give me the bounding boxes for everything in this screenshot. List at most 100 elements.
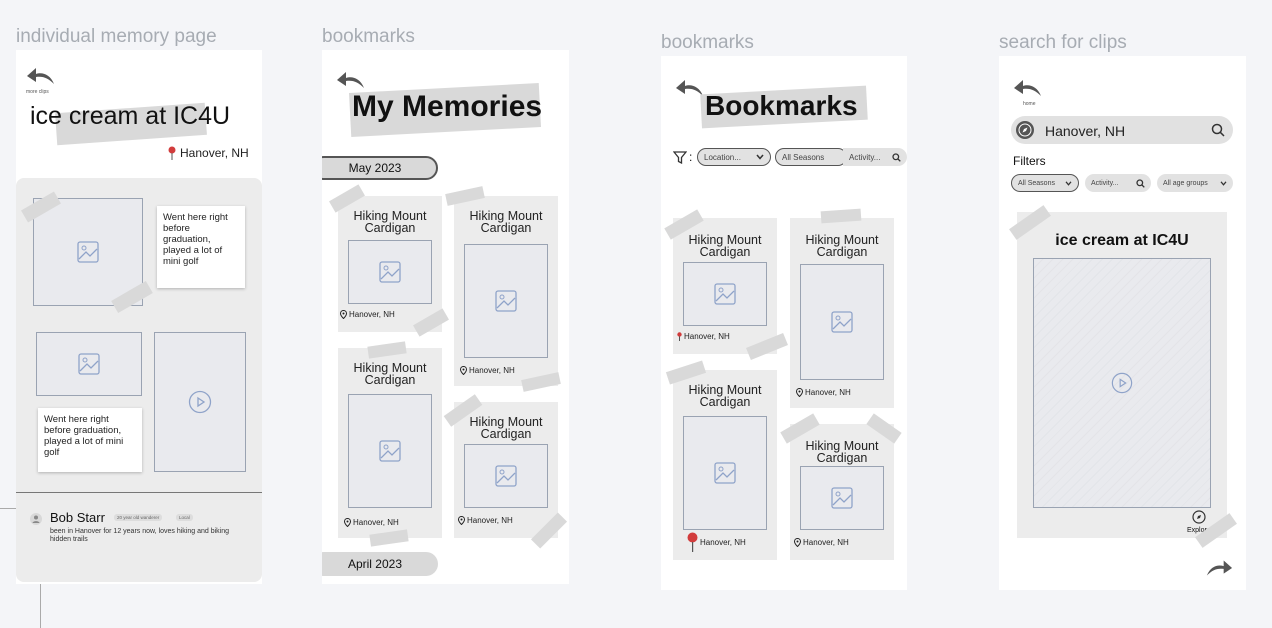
- connector-line: [40, 584, 41, 628]
- image-icon: [495, 290, 517, 312]
- photo-placeholder: [800, 466, 884, 530]
- memory-card[interactable]: Hiking Mount Cardigan Hanover, NH: [338, 348, 442, 538]
- card-title: Hiking Mount Cardigan: [805, 439, 879, 465]
- card-title: Hiking Mount Cardigan: [353, 209, 427, 235]
- photo-placeholder: [348, 240, 432, 304]
- bookmark-card[interactable]: Hiking Mount Cardigan Hanover, NH: [673, 218, 777, 354]
- back-button[interactable]: more clips: [26, 66, 56, 95]
- card-location-text: Hanover, NH: [349, 310, 395, 319]
- user-bio: been in Hanover for 12 years now, loves …: [50, 528, 229, 543]
- pin-icon: [168, 146, 176, 160]
- chevron-down-icon: [1065, 180, 1072, 186]
- memory-location: Hanover, NH: [168, 146, 249, 160]
- card-location-text: Hanover, NH: [467, 516, 513, 525]
- user-icon: [30, 513, 42, 525]
- card-location-text: Hanover, NH: [805, 388, 851, 397]
- forward-button[interactable]: [1205, 558, 1233, 583]
- video-placeholder[interactable]: [154, 332, 246, 472]
- photo-placeholder[interactable]: [33, 198, 143, 306]
- filter-label: Location...: [704, 152, 741, 162]
- image-icon: [714, 283, 736, 305]
- photo-placeholder[interactable]: [36, 332, 142, 396]
- bookmark-card[interactable]: Hiking Mount Cardigan Hanover, NH: [790, 424, 894, 560]
- compass-icon: [1192, 510, 1206, 524]
- clip-card[interactable]: ice cream at IC4U Explore: [1017, 212, 1227, 538]
- search-input[interactable]: Hanover, NH: [1045, 123, 1125, 139]
- filter-icon: [673, 150, 687, 164]
- filter-separator: :: [689, 150, 693, 164]
- memory-card[interactable]: Hiking Mount Cardigan Hanover, NH: [338, 196, 442, 332]
- season-filter[interactable]: All Seasons: [775, 148, 847, 166]
- card-title: Hiking Mount Cardigan: [469, 415, 543, 441]
- frame-label-search: search for clips: [999, 32, 1127, 53]
- age-filter[interactable]: All age groups: [1157, 174, 1233, 192]
- photo-placeholder: [683, 262, 767, 326]
- memory-note: Went here right before graduation, playe…: [157, 206, 245, 288]
- filter-control[interactable]: :: [673, 150, 692, 164]
- activity-filter[interactable]: Activity...: [1085, 174, 1151, 192]
- map-pin-icon: [794, 538, 801, 547]
- map-pin-icon: [344, 518, 351, 527]
- pushpin-icon: [687, 532, 698, 552]
- card-location: Hanover, NH: [794, 538, 849, 547]
- bookmark-card[interactable]: Hiking Mount Cardigan Hanover, NH: [673, 370, 777, 560]
- card-title: Hiking Mount Cardigan: [688, 233, 762, 259]
- memory-card[interactable]: Hiking Mount Cardigan Hanover, NH: [454, 402, 558, 538]
- filter-label: All age groups: [1163, 179, 1208, 187]
- forward-arrow-icon: [1206, 560, 1233, 576]
- image-icon: [831, 311, 853, 333]
- home-caption: home: [1023, 101, 1036, 107]
- card-location: Hanover, NH: [344, 518, 399, 527]
- individual-memory-frame: more clips ice cream at IC4U Hanover, NH…: [16, 50, 262, 584]
- month-header[interactable]: May 2023: [322, 156, 438, 180]
- memory-card[interactable]: Hiking Mount Cardigan Hanover, NH: [454, 196, 558, 386]
- home-button[interactable]: home: [1013, 78, 1043, 107]
- memory-title: ice cream at IC4U: [30, 102, 231, 130]
- location-filter[interactable]: Location...: [697, 148, 771, 166]
- card-location: Hanover, NH: [677, 332, 730, 341]
- filter-label: Activity...: [1091, 179, 1119, 187]
- play-icon: [188, 390, 212, 414]
- back-arrow-icon: [1014, 80, 1041, 96]
- page-title: Bookmarks: [705, 90, 858, 121]
- avatar[interactable]: [30, 512, 42, 530]
- page-title: My Memories: [352, 90, 543, 123]
- image-icon: [831, 487, 853, 509]
- season-filter[interactable]: All Seasons: [1011, 174, 1079, 192]
- card-location-text: Hanover, NH: [353, 518, 399, 527]
- connector-line: [0, 508, 16, 509]
- clip-title: ice cream at IC4U: [1055, 232, 1189, 249]
- card-title: Hiking Mount Cardigan: [805, 233, 879, 259]
- back-arrow-icon: [337, 72, 364, 88]
- search-icon: [892, 152, 901, 162]
- map-pin-icon: [796, 388, 803, 397]
- map-pin-icon: [340, 310, 347, 319]
- search-bar[interactable]: Hanover, NH: [1011, 116, 1233, 144]
- image-icon: [78, 353, 100, 375]
- card-title: Hiking Mount Cardigan: [688, 383, 762, 409]
- divider: [16, 492, 262, 493]
- card-location: Hanover, NH: [340, 310, 395, 319]
- user-badge: Local: [176, 514, 193, 521]
- back-caption: more clips: [26, 89, 49, 95]
- user-badge: 20 year old wanderer: [114, 514, 163, 521]
- card-location-text: Hanover, NH: [803, 538, 849, 547]
- filters-heading: Filters: [1013, 154, 1046, 168]
- activity-filter[interactable]: Activity...: [843, 148, 907, 166]
- frame-label-bookmarks: bookmarks: [661, 32, 754, 53]
- memory-note: Went here right before graduation, playe…: [38, 408, 142, 472]
- card-location: Hanover, NH: [460, 366, 515, 375]
- bookmark-card[interactable]: Hiking Mount Cardigan Hanover, NH: [790, 218, 894, 408]
- card-location-text: Hanover, NH: [684, 332, 730, 341]
- pin-icon: [677, 332, 682, 341]
- user-name[interactable]: Bob Starr: [50, 510, 105, 525]
- filter-label: Activity...: [849, 152, 881, 162]
- month-header[interactable]: April 2023: [322, 552, 438, 576]
- photo-placeholder: [464, 444, 548, 508]
- video-placeholder[interactable]: [1033, 258, 1211, 508]
- search-frame: home Hanover, NH Filters All Seasons Act…: [999, 56, 1246, 590]
- play-icon: [1111, 372, 1133, 394]
- image-icon: [379, 440, 401, 462]
- search-icon[interactable]: [1211, 123, 1225, 137]
- chevron-down-icon: [756, 154, 764, 160]
